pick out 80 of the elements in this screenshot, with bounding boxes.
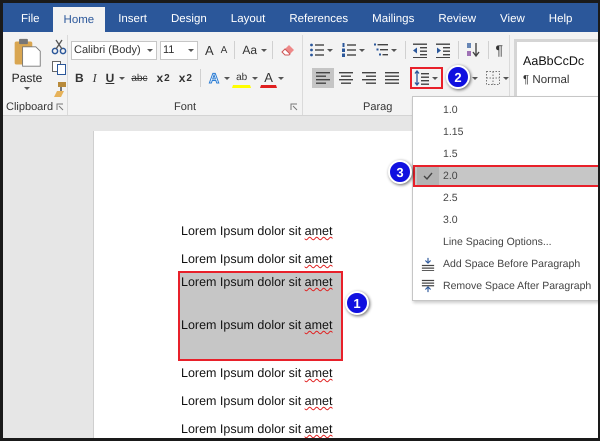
ribbon-tab[interactable]: Help	[538, 3, 584, 32]
font-size-field[interactable]: 11	[160, 40, 198, 60]
change-case-button[interactable]: Aa	[239, 40, 260, 60]
ribbon-tab[interactable]: View	[489, 3, 536, 32]
align-left-button[interactable]	[312, 68, 334, 88]
menu-item[interactable]: Line Spacing Options...	[413, 231, 598, 253]
bullet-list-icon	[309, 42, 326, 58]
copy-icon	[51, 60, 67, 76]
bold-button[interactable]: B	[71, 68, 88, 88]
ribbon-tab[interactable]: Insert	[107, 3, 158, 32]
ribbon-tab[interactable]: References	[278, 3, 360, 32]
group-label: Font	[174, 101, 196, 113]
caret-icon	[146, 47, 154, 53]
font-color-button[interactable]: A	[260, 68, 277, 88]
format-painter-icon	[51, 81, 67, 97]
group-label: Clipboard	[6, 101, 54, 113]
align-center-icon	[338, 70, 354, 86]
paragraph-text: Lorem Ipsum dolor sit amet	[181, 224, 332, 238]
caret-icon	[358, 47, 366, 53]
paragraph-text: Lorem Ipsum dolor sit amet	[181, 252, 332, 266]
eraser-icon	[280, 42, 296, 58]
dialog-launcher-icon	[290, 103, 298, 111]
group-label: Parag	[363, 101, 392, 113]
menu-item[interactable]: Add Space Before Paragraph	[413, 253, 598, 275]
numbered-list-icon	[341, 42, 358, 58]
paragraph-text: Lorem Ipsum dolor sit amet	[181, 318, 332, 332]
ribbon-tab[interactable]: File	[10, 3, 51, 32]
menu-item[interactable]: Remove Space After Paragraph	[413, 275, 598, 297]
menu-item[interactable]: 3.0	[413, 209, 598, 231]
ribbon-tab[interactable]: Design	[160, 3, 218, 32]
paragraph-text: Lorem Ipsum dolor sit amet	[181, 394, 332, 408]
menu-item[interactable]: 2.5	[413, 187, 598, 209]
dialog-launcher-icon	[56, 103, 64, 111]
caret-icon	[431, 75, 440, 81]
show-marks-button[interactable]: ¶	[492, 40, 506, 60]
paste-button[interactable]: Paste	[9, 37, 45, 99]
caret-icon	[276, 75, 285, 81]
highlight-button[interactable]: ab	[232, 68, 252, 88]
caret-icon	[251, 75, 260, 81]
caret-icon	[326, 47, 334, 53]
menu-item[interactable]: 2.0	[413, 165, 598, 187]
menu-item[interactable]: 1.5	[413, 143, 598, 165]
caret-icon	[118, 75, 126, 81]
font-name-field[interactable]: Calibri (Body)	[71, 40, 157, 60]
decrease-indent-icon	[412, 42, 428, 58]
caret-icon	[471, 75, 480, 81]
space-before-icon	[421, 257, 435, 271]
multilevel-list-icon	[373, 42, 390, 58]
align-left-icon	[315, 70, 332, 86]
line-spacing-icon	[414, 70, 430, 86]
border-grid-icon	[485, 70, 502, 86]
ribbon-tab[interactable]: Layout	[220, 3, 276, 32]
increase-indent-icon	[435, 42, 452, 58]
caret-icon	[23, 85, 31, 91]
caret-icon	[390, 47, 398, 53]
justify-icon	[384, 70, 400, 86]
caret-icon	[223, 75, 232, 81]
checkmark-icon	[422, 170, 434, 182]
ribbon-tab[interactable]: Home	[52, 7, 106, 32]
scissors-icon	[51, 39, 67, 55]
paragraph-text: Lorem Ipsum dolor sit amet	[181, 275, 332, 289]
line-spacing-button[interactable]	[411, 68, 442, 88]
ribbon-tab[interactable]: Review	[427, 3, 488, 32]
menu-item[interactable]: 1.15	[413, 121, 598, 143]
italic-button[interactable]: I	[88, 68, 101, 88]
clipboard-icon	[12, 37, 42, 69]
align-right-icon	[361, 70, 378, 86]
ribbon-tab[interactable]: Mailings	[361, 3, 426, 32]
menu-item[interactable]: 1.0	[413, 99, 598, 121]
sort-icon	[465, 42, 482, 58]
paragraph-text: Lorem Ipsum dolor sit amet	[181, 422, 332, 436]
grow-font-button[interactable]: A	[202, 40, 217, 60]
caret-icon	[187, 47, 195, 53]
caret-icon	[502, 75, 510, 81]
space-after-icon	[421, 279, 435, 293]
strikethrough-button[interactable]: abc	[127, 68, 152, 88]
caret-icon	[260, 47, 268, 53]
paragraph-text: Lorem Ipsum dolor sit amet	[181, 366, 332, 380]
shrink-font-button[interactable]: A	[218, 40, 230, 60]
underline-button[interactable]: U	[102, 68, 118, 88]
